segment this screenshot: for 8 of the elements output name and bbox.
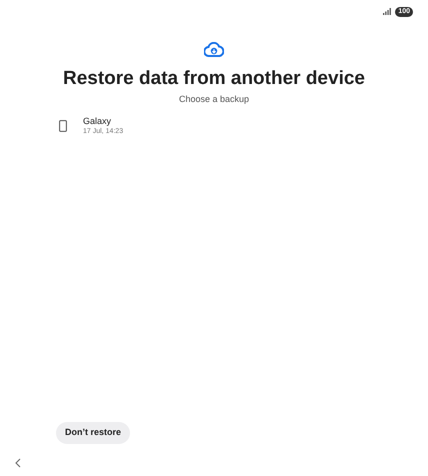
- backup-name[interactable]: Galaxy: [83, 114, 124, 126]
- page-subtitle: Choose a backup: [178, 93, 250, 106]
- signal-icon: [383, 8, 392, 15]
- back-icon[interactable]: [15, 458, 21, 468]
- dont-restore-button[interactable]: Don’t restore: [56, 422, 130, 444]
- cloud-download-icon: [204, 42, 224, 57]
- phone-icon: [59, 120, 67, 132]
- page-title: Restore data from another device: [62, 67, 366, 91]
